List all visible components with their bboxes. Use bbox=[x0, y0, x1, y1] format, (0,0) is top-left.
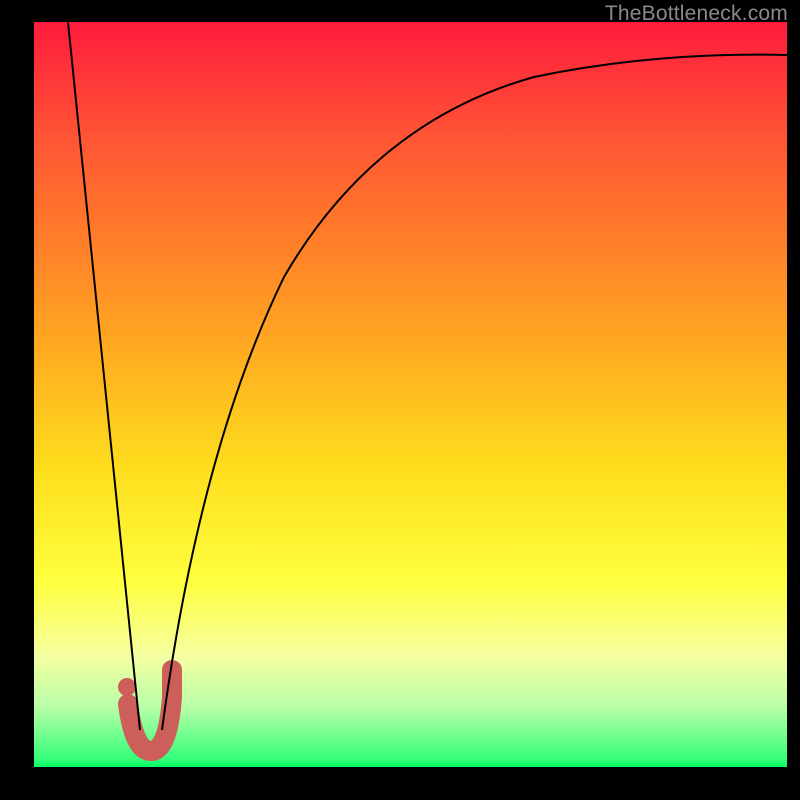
j-dot bbox=[118, 678, 136, 696]
right-ascent-curve bbox=[162, 55, 787, 730]
curve-layer bbox=[34, 22, 787, 767]
chart-frame: TheBottleneck.com bbox=[0, 0, 800, 800]
watermark-text: TheBottleneck.com bbox=[605, 2, 788, 26]
plot-area bbox=[34, 22, 787, 767]
left-descent-line bbox=[68, 22, 140, 730]
